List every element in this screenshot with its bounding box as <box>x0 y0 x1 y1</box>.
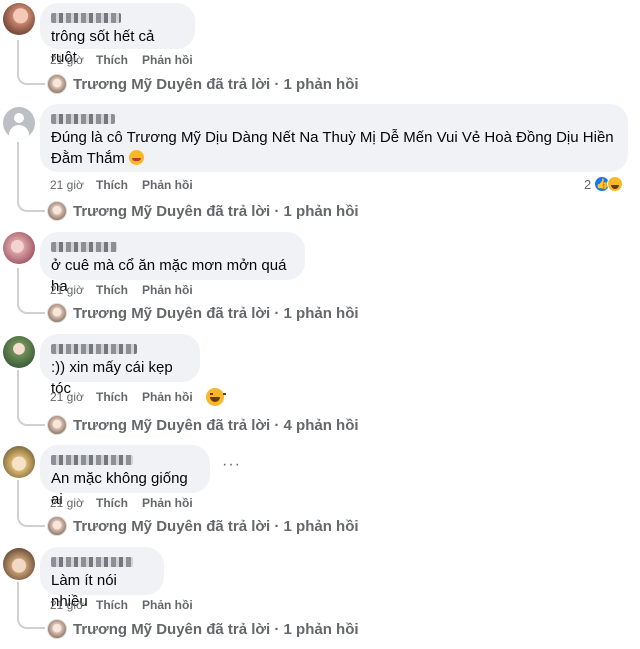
view-replies-link[interactable]: Trương Mỹ Duyên đã trả lời · 1 phản hồi <box>47 516 359 536</box>
replier-avatar <box>47 74 67 94</box>
commenter-avatar[interactable] <box>3 548 35 580</box>
commenter-avatar[interactable] <box>3 446 35 478</box>
thread-line <box>17 582 45 629</box>
comment-actions: 21 giờ Thích Phản hồi <box>50 496 193 510</box>
comment-time[interactable]: 21 giờ <box>50 496 96 510</box>
like-button[interactable]: Thích <box>96 283 142 297</box>
reply-button[interactable]: Phản hồi <box>142 390 193 404</box>
like-button[interactable]: Thích <box>96 496 142 510</box>
like-button[interactable]: Thích <box>96 53 142 67</box>
commenter-avatar[interactable] <box>3 336 35 368</box>
commenter-name-blurred[interactable] <box>51 455 133 465</box>
replies-summary: Trương Mỹ Duyên đã trả lời · 4 phản hồi <box>73 416 359 434</box>
thread-line <box>17 142 45 212</box>
replies-summary: Trương Mỹ Duyên đã trả lời · 1 phản hồi <box>73 75 359 93</box>
commenter-avatar[interactable] <box>3 232 35 264</box>
comment-bubble: Đúng là cô Trương Mỹ Dịu Dàng Nết Na Thu… <box>40 104 628 172</box>
replies-summary: Trương Mỹ Duyên đã trả lời · 1 phản hồi <box>73 620 359 638</box>
comment-bubble: An mặc không giống ai <box>40 445 210 508</box>
replier-avatar <box>47 516 67 536</box>
view-replies-link[interactable]: Trương Mỹ Duyên đã trả lời · 4 phản hồi <box>47 415 359 435</box>
commenter-name-blurred[interactable] <box>51 557 133 567</box>
reaction-count: 2 <box>584 176 592 192</box>
comment-time[interactable]: 21 giờ <box>50 390 96 404</box>
replier-avatar <box>47 201 67 221</box>
comment-actions: 21 giờ Thích Phản hồi <box>50 598 193 612</box>
comment-bubble: :)) xin mấy cái kẹp tóc <box>40 334 200 397</box>
comment-actions: 21 giờ Thích Phản hồi <box>50 283 193 297</box>
replier-avatar <box>47 303 67 323</box>
thread-line <box>17 268 45 314</box>
commenter-name-blurred[interactable] <box>51 344 137 354</box>
thread-line <box>17 40 45 85</box>
comment-time[interactable]: 21 giờ <box>50 598 96 612</box>
like-button[interactable]: Thích <box>96 390 142 404</box>
comment-bubble: Làm ít nói nhiều <box>40 547 164 610</box>
thread-line <box>17 480 45 527</box>
comment-actions: 21 giờ Thích Phản hồi <box>50 53 193 67</box>
comment-bubble: ở cuê mà cổ ăn mặc mơn mởn quá ha <box>40 232 305 295</box>
reply-button[interactable]: Phản hồi <box>142 178 193 192</box>
commenter-avatar[interactable] <box>3 3 35 35</box>
more-options-button[interactable]: ··· <box>222 456 241 474</box>
comment-time[interactable]: 21 giờ <box>50 53 96 67</box>
comment-time[interactable]: 21 giờ <box>50 283 96 297</box>
default-avatar-icon[interactable] <box>3 107 35 139</box>
comment-time[interactable]: 21 giờ <box>50 178 96 192</box>
reply-button[interactable]: Phản hồi <box>142 496 193 510</box>
replier-avatar <box>47 619 67 639</box>
commenter-name-blurred[interactable] <box>51 114 115 124</box>
reaction-summary[interactable]: 2 👍 <box>584 176 624 192</box>
replier-avatar <box>47 415 67 435</box>
reply-button[interactable]: Phản hồi <box>142 598 193 612</box>
thread-line <box>17 370 45 426</box>
like-button[interactable]: Thích <box>96 178 142 192</box>
comment-actions: 21 giờ Thích Phản hồi <box>50 178 193 192</box>
avatar-head <box>14 113 24 123</box>
comment-bubble: trông sốt hết cả ruột <box>40 3 195 66</box>
view-replies-link[interactable]: Trương Mỹ Duyên đã trả lời · 1 phản hồi <box>47 201 359 221</box>
commenter-name-blurred[interactable] <box>51 242 117 252</box>
haha-reaction-icon <box>607 176 624 192</box>
view-replies-link[interactable]: Trương Mỹ Duyên đã trả lời · 1 phản hồi <box>47 74 359 94</box>
view-replies-link[interactable]: Trương Mỹ Duyên đã trả lời · 1 phản hồi <box>47 619 359 639</box>
reply-button[interactable]: Phản hồi <box>142 283 193 297</box>
grinning-face-emoji-icon <box>129 150 145 165</box>
replies-summary: Trương Mỹ Duyên đã trả lời · 1 phản hồi <box>73 517 359 535</box>
comment-text: Đúng là cô Trương Mỹ Dịu Dàng Nết Na Thu… <box>51 127 616 169</box>
like-button[interactable]: Thích <box>96 598 142 612</box>
reply-button[interactable]: Phản hồi <box>142 53 193 67</box>
avatar-body <box>9 125 29 139</box>
view-replies-link[interactable]: Trương Mỹ Duyên đã trả lời · 1 phản hồi <box>47 303 359 323</box>
comment-actions: 21 giờ Thích Phản hồi <box>50 390 193 404</box>
haha-reaction-icon[interactable] <box>206 388 226 406</box>
commenter-name-blurred[interactable] <box>51 13 121 23</box>
replies-summary: Trương Mỹ Duyên đã trả lời · 1 phản hồi <box>73 202 359 220</box>
replies-summary: Trương Mỹ Duyên đã trả lời · 1 phản hồi <box>73 304 359 322</box>
